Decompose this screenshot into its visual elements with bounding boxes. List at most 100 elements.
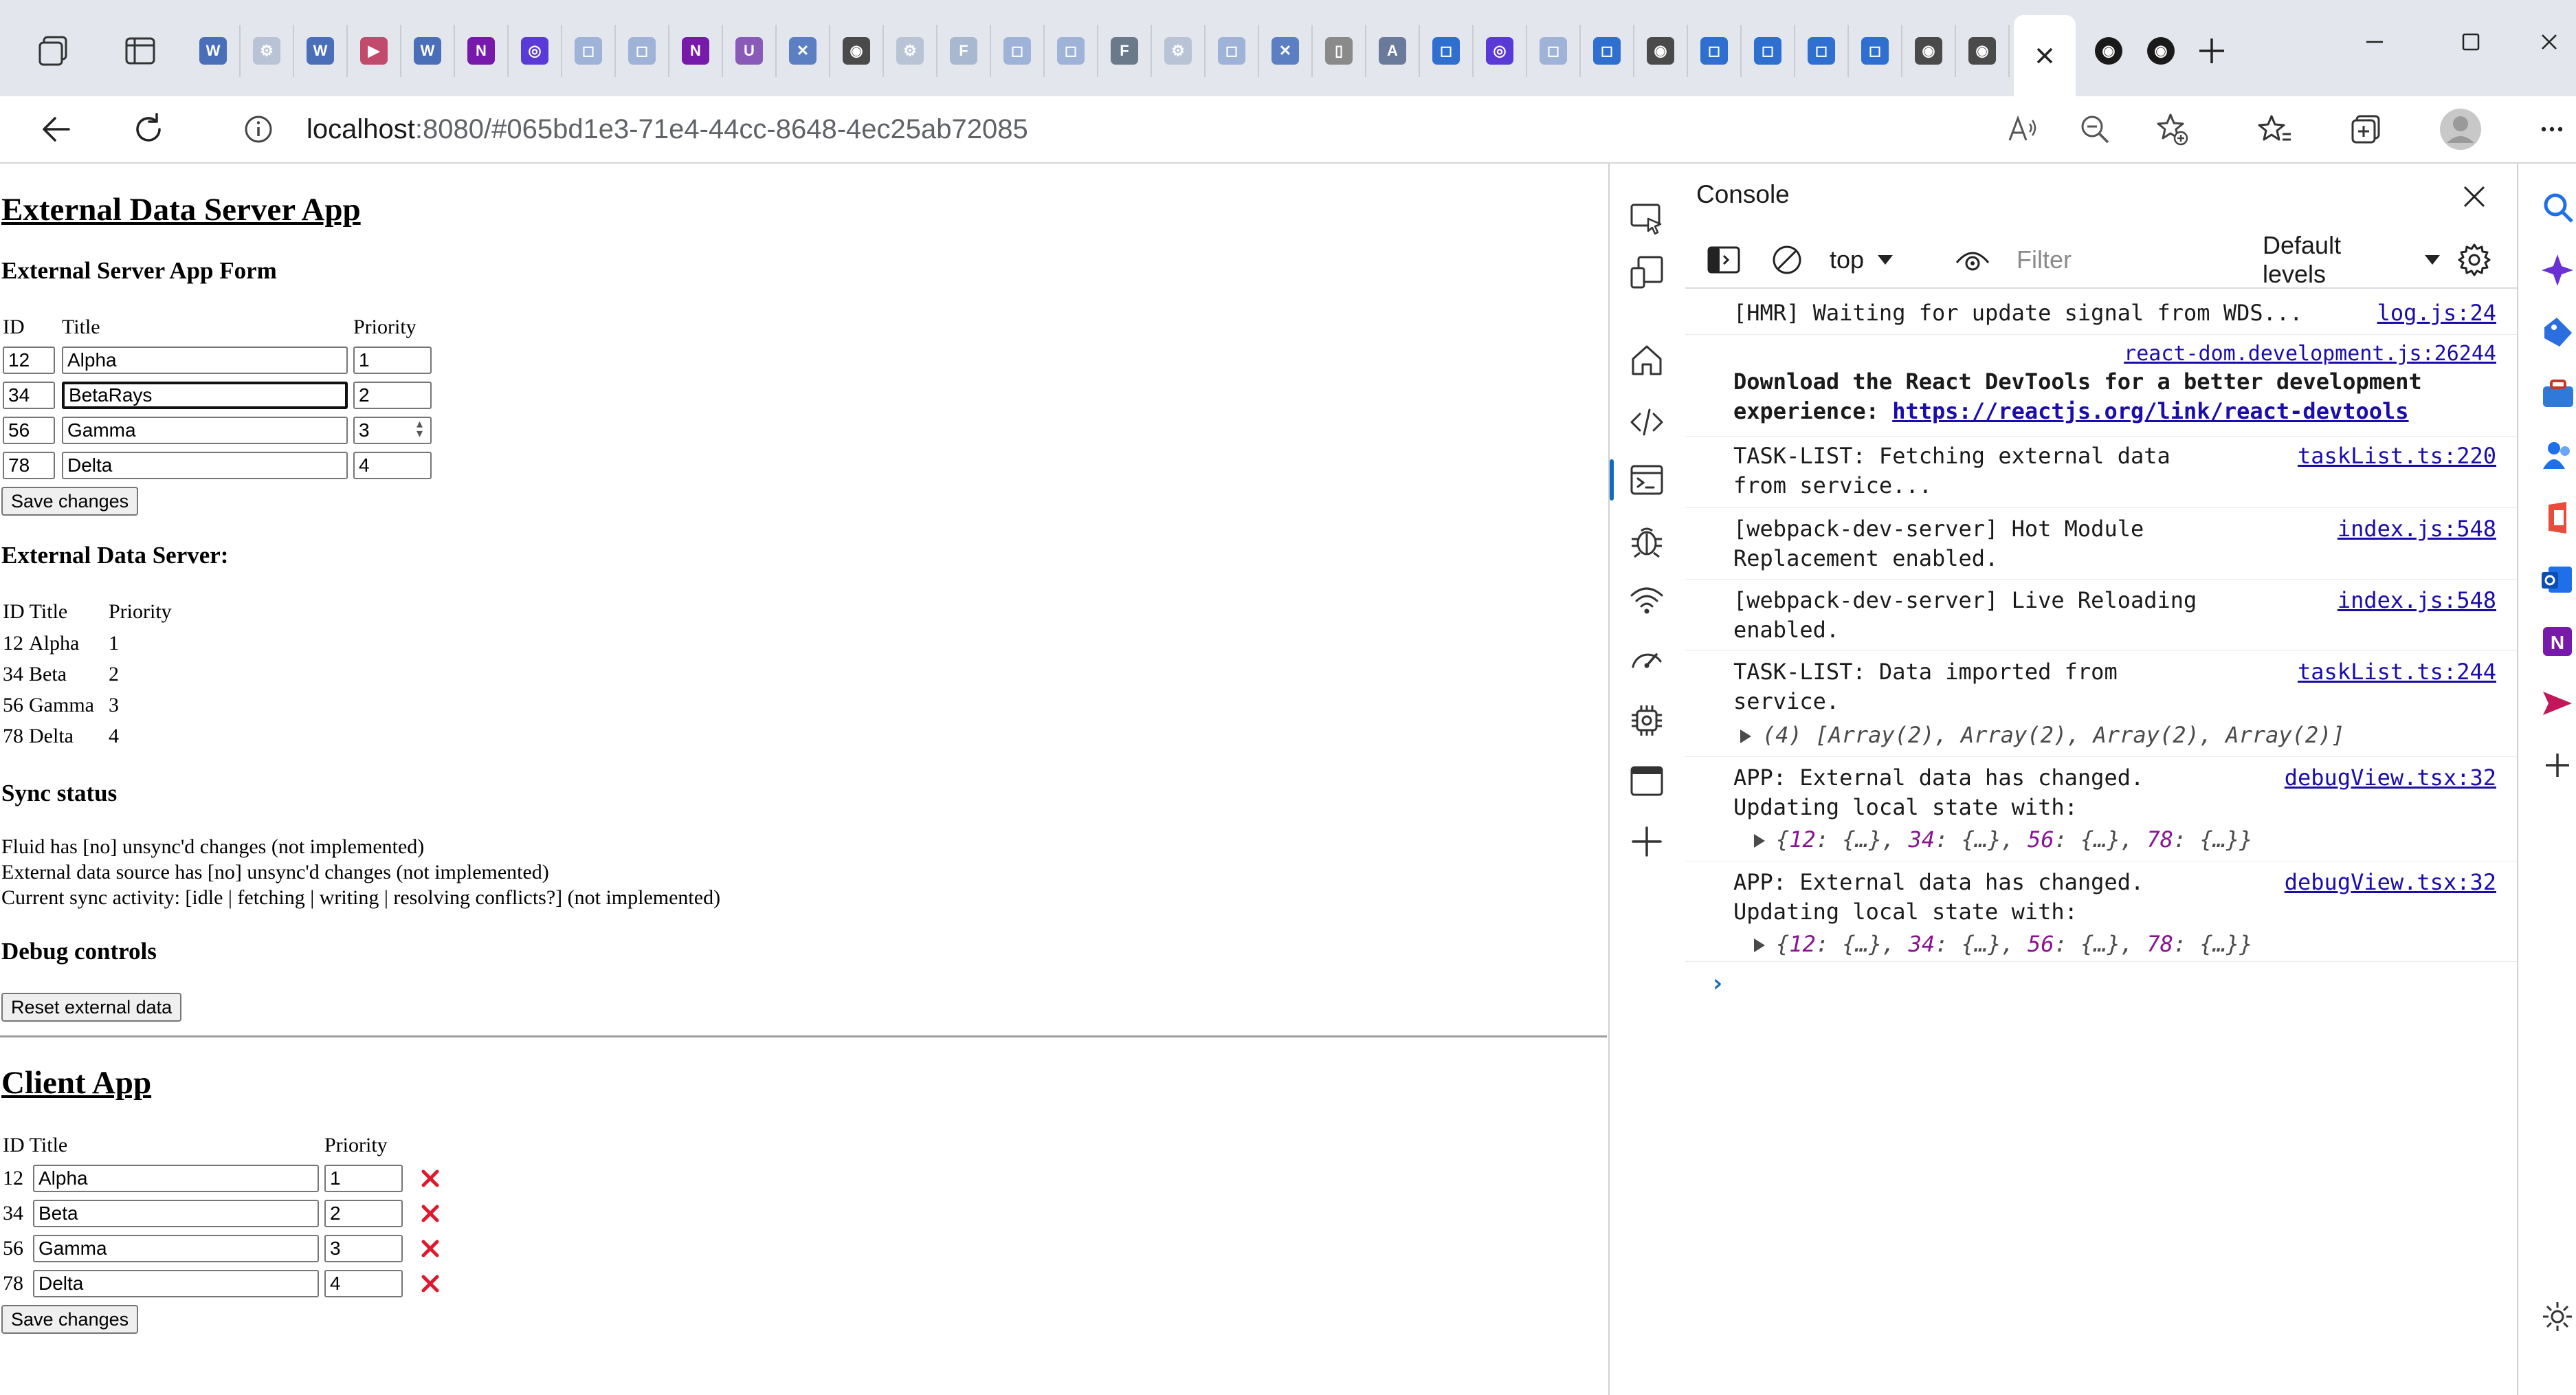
reset-external-data-button[interactable]: Reset external data [1, 993, 182, 1022]
source-link[interactable]: taskList.ts:244 [2298, 657, 2496, 687]
browser-tab[interactable]: A [1366, 25, 1420, 77]
browser-tab[interactable]: ⚙ [1152, 25, 1206, 77]
source-link[interactable]: react-dom.development.js:26244 [1733, 341, 2496, 367]
browser-tab[interactable]: ◉ [2135, 25, 2187, 77]
add-sidebar-icon[interactable] [2539, 747, 2576, 784]
server-form-title-input[interactable]: Alpha [62, 347, 348, 374]
profile-avatar[interactable] [2434, 103, 2487, 155]
close-tab-icon[interactable] [2032, 43, 2057, 68]
source-link[interactable]: index.js:548 [2338, 514, 2496, 544]
browser-tab[interactable]: ◻ [1742, 25, 1795, 77]
close-window-icon[interactable] [2522, 19, 2576, 65]
browser-tab[interactable]: N [455, 25, 509, 77]
onenote-icon[interactable]: N [2539, 623, 2576, 660]
copilot-sparkle-icon[interactable] [2539, 252, 2576, 289]
server-form-title-input[interactable]: Delta [62, 452, 348, 479]
refresh-icon[interactable] [122, 103, 175, 155]
delete-row-icon[interactable] [418, 1201, 443, 1226]
server-form-id-input[interactable]: 78 [3, 452, 55, 479]
new-tab-icon[interactable] [2186, 25, 2238, 77]
console-icon[interactable] [1622, 455, 1672, 505]
search-icon[interactable] [2539, 188, 2576, 226]
devtools-download-link[interactable]: https://reactjs.org/link/react-devtools [1892, 398, 2408, 424]
welcome-home-icon[interactable] [1622, 336, 1672, 385]
expand-triangle-icon[interactable] [1740, 729, 1751, 743]
inspect-element-icon[interactable] [1622, 194, 1672, 243]
client-title-input[interactable]: Alpha [33, 1165, 319, 1192]
server-form-id-input[interactable]: 12 [3, 347, 55, 374]
delete-row-icon[interactable] [418, 1166, 443, 1191]
browser-tab[interactable]: N [669, 25, 723, 77]
site-info-icon[interactable] [232, 103, 285, 155]
collections-icon[interactable] [2340, 103, 2392, 155]
console-settings-gear-icon[interactable] [2454, 238, 2495, 282]
delete-row-icon[interactable] [418, 1236, 443, 1261]
client-priority-input[interactable]: 4 [324, 1270, 403, 1297]
browser-tab[interactable]: ⚙ [884, 25, 937, 77]
browser-tab[interactable]: ◻ [1206, 25, 1259, 77]
browser-tab[interactable]: ▯ [1313, 25, 1366, 77]
send-icon[interactable] [2539, 685, 2576, 722]
vertical-tabs-icon[interactable] [114, 25, 166, 77]
browser-tab[interactable]: ◉ [1634, 25, 1688, 77]
server-form-id-input[interactable]: 34 [3, 382, 55, 409]
browser-tab[interactable]: ◉ [830, 25, 884, 77]
browser-tab[interactable]: ◻ [562, 25, 616, 77]
server-form-priority-input[interactable]: 2 [353, 382, 432, 409]
close-panel-icon[interactable] [2452, 175, 2496, 219]
source-link[interactable]: taskList.ts:220 [2298, 441, 2496, 471]
minimize-icon[interactable] [2337, 19, 2412, 65]
browser-tab[interactable]: ◉ [2083, 25, 2135, 77]
browser-tab[interactable]: ⚙ [241, 25, 294, 77]
console-prompt[interactable]: › [1710, 969, 1725, 998]
tools-briefcase-icon[interactable] [2539, 375, 2576, 413]
memory-chip-icon[interactable] [1622, 696, 1672, 745]
client-title-input[interactable]: Beta [33, 1200, 319, 1227]
filter-input[interactable]: Filter [2001, 238, 2291, 282]
office-icon[interactable] [2539, 499, 2576, 536]
browser-tab[interactable]: ◎ [1474, 25, 1527, 77]
source-link[interactable]: debugView.tsx:32 [2285, 763, 2496, 793]
read-aloud-icon[interactable] [1996, 103, 2048, 155]
more-options-icon[interactable] [2528, 103, 2576, 155]
browser-tab[interactable]: ◻ [1795, 25, 1849, 77]
log-levels-dropdown[interactable]: Default levels [2263, 231, 2441, 288]
browser-tab[interactable]: W [294, 25, 348, 77]
browser-tab[interactable]: ◉ [1902, 25, 1956, 77]
device-emulation-icon[interactable] [1622, 248, 1672, 297]
add-favorite-icon[interactable] [2146, 103, 2198, 155]
active-tab[interactable] [2014, 15, 2076, 96]
sidebar-toggle-icon[interactable] [1703, 238, 1744, 282]
browser-tab[interactable]: ◻ [1688, 25, 1742, 77]
live-expression-eye-icon[interactable] [1952, 238, 1993, 282]
network-wifi-icon[interactable] [1622, 575, 1672, 624]
more-tools-plus-icon[interactable] [1622, 817, 1672, 866]
source-link[interactable]: debugView.tsx:32 [2285, 868, 2496, 897]
browser-tab[interactable]: ◻ [1527, 25, 1581, 77]
context-selector[interactable]: top [1830, 238, 1912, 282]
expandable-array[interactable]: (4) [Array(2), Array(2), Array(2), Array… [1740, 721, 2496, 750]
client-priority-input[interactable]: 2 [324, 1200, 403, 1227]
debugger-bug-icon[interactable] [1622, 516, 1672, 565]
browser-tab[interactable]: ◎ [509, 25, 562, 77]
elements-icon[interactable] [1622, 397, 1672, 447]
browser-tab[interactable]: F [937, 25, 991, 77]
server-save-button[interactable]: Save changes [1, 487, 139, 516]
performance-gauge-icon[interactable] [1622, 635, 1672, 685]
browser-tab[interactable]: W [401, 25, 455, 77]
favorites-icon[interactable] [2249, 103, 2301, 155]
back-icon[interactable] [30, 103, 82, 155]
browser-tab[interactable]: ◻ [991, 25, 1045, 77]
browser-tab[interactable]: W [187, 25, 241, 77]
browser-tab[interactable]: ◻ [1420, 25, 1474, 77]
sidebar-settings-icon[interactable] [2539, 1298, 2576, 1335]
source-link[interactable]: index.js:548 [2338, 586, 2496, 615]
url-field[interactable]: localhost:8080/#065bd1e3-71e4-44cc-8648-… [307, 110, 1028, 149]
client-save-button[interactable]: Save changes [1, 1305, 139, 1334]
workspaces-icon[interactable] [27, 25, 80, 77]
outlook-icon[interactable] [2539, 561, 2576, 598]
source-link[interactable]: log.js:24 [2377, 298, 2496, 328]
server-form-priority-input[interactable]: 1 [353, 347, 432, 374]
client-priority-input[interactable]: 3 [324, 1235, 403, 1262]
maximize-icon[interactable] [2433, 19, 2509, 65]
